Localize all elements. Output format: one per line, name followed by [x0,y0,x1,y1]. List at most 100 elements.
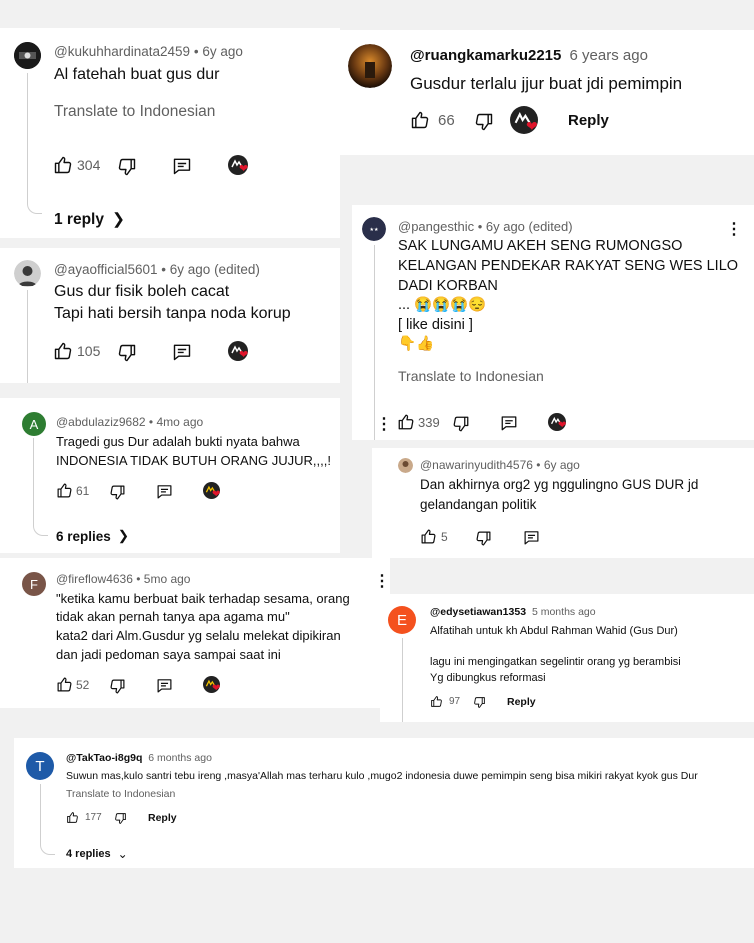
reply-button[interactable]: Reply [507,696,536,708]
comment-author[interactable]: @TakTao-i8g9q [66,752,142,764]
thumbs-down-icon[interactable] [475,530,492,547]
comment-author[interactable]: @ayaofficial5601 [54,262,158,277]
heart-icon: ❤ [239,349,249,361]
heart-icon: ❤ [212,683,221,694]
chevron-right-icon: ❯ [117,528,130,543]
thumbs-down-icon[interactable] [473,696,486,709]
creator-heart-avatar: ❤ [228,155,250,177]
comment-text-line: Alfatihah untuk kh Abdul Rahman Wahid (G… [430,625,678,637]
comment-time[interactable]: 6 years ago [570,47,648,64]
comment-meta: @ayaofficial5601 • 6y ago (edited) [54,262,260,277]
comment-author[interactable]: @kukuhhardinata2459 [54,44,190,59]
comment-time[interactable]: 6y ago (edited) [170,262,260,277]
thumbs-up-icon[interactable] [397,413,415,431]
thread-line [27,290,28,383]
translate-link[interactable]: Translate to Indonesian [398,368,544,384]
reply-button[interactable]: Reply [148,812,177,824]
comment-reply-icon[interactable] [172,156,192,176]
translate-link[interactable]: Translate to Indonesian [66,788,175,800]
comment-card: @ayaofficial5601 • 6y ago (edited) Gus d… [0,248,340,383]
avatar[interactable] [348,44,392,88]
thread-line [33,438,48,536]
comment-reply-icon[interactable] [156,677,173,694]
comment-text-line: SAK LUNGAMU AKEH SENG RUMONGSO [398,238,683,254]
translate-link[interactable]: Translate to Indonesian [54,103,215,121]
avatar[interactable] [14,260,41,287]
avatar[interactable]: F [22,572,46,596]
like-count: 52 [76,678,90,692]
comment-time[interactable]: 5mo ago [144,572,191,586]
avatar[interactable] [398,458,413,473]
comment-author[interactable]: @nawarinyudith4576 [420,458,533,472]
thumbs-down-icon[interactable] [114,812,127,825]
thumbs-up-icon[interactable] [66,811,79,824]
comment-author[interactable]: @pangesthic [398,219,474,234]
thumbs-up-icon[interactable] [53,341,73,361]
thumbs-down-icon[interactable] [109,678,126,695]
comment-card: E @edysetiawan1353 5 months ago Alfatiha… [380,594,754,722]
thumbs-up-icon[interactable] [420,528,437,545]
thumbs-up-icon[interactable] [430,695,443,708]
avatar[interactable]: E [388,606,416,634]
more-vert-icon[interactable]: ⋮ [726,222,742,238]
comment-text: Al fatehah buat gus dur [54,66,220,83]
comment-text-line: "ketika kamu berbuat baik terhadap sesam… [56,591,350,606]
svg-text:★★: ★★ [370,227,379,233]
comment-meta: @ruangkamarku2215 6 years ago [410,47,648,64]
chevron-right-icon: ❯ [111,211,125,228]
thumbs-down-icon[interactable] [117,157,137,177]
comment-reply-icon[interactable] [523,529,540,546]
thumbs-up-icon[interactable] [53,155,73,175]
thumbs-up-icon[interactable] [56,482,73,499]
comment-card: T @TakTao-i8g9q 6 months ago Suwun mas,k… [14,738,754,868]
heart-icon: ❤ [212,489,221,500]
heart-icon: ❤ [239,163,249,175]
thumbs-down-icon[interactable] [109,484,126,501]
comment-text-line: INDONESIA TIDAK BUTUH ORANG JUJUR,,,,! [56,453,331,468]
comment-time[interactable]: 5 months ago [532,606,596,618]
comment-time[interactable]: 6y ago (edited) [486,219,573,234]
more-vert-icon[interactable]: ⋮ [376,417,392,433]
comment-author[interactable]: @fireflow4636 [56,572,133,586]
comment-time[interactable]: 4mo ago [156,415,203,429]
comment-meta: @abdulaziz9682 • 4mo ago [56,415,204,429]
comment-time[interactable]: 6y ago [544,458,580,472]
comment-reply-icon[interactable] [500,414,518,432]
comment-text: Gusdur terlalu jjur buat jdi pemimpin [410,74,683,93]
view-replies-button[interactable]: 4 replies ⌄ [66,847,128,861]
comment-text-line: kata2 dari Alm.Gusdur yg selalu melekat … [56,628,341,643]
thumbs-up-icon[interactable] [410,110,430,130]
comment-author[interactable]: @edysetiawan1353 [430,606,526,618]
thumbs-down-icon[interactable] [474,112,494,132]
thumbs-up-icon[interactable] [56,676,73,693]
chevron-down-icon: ⌄ [117,847,128,861]
comment-text-line: Tapi hati bersih tanpa noda korup [54,305,291,322]
comment-card: A @abdulaziz9682 • 4mo ago Tragedi gus D… [0,398,340,553]
thread-line [40,784,55,855]
thread-line [402,638,403,722]
avatar[interactable]: A [22,412,46,436]
avatar[interactable]: T [26,752,54,780]
heart-icon: ❤ [558,420,567,431]
reply-button[interactable]: Reply [568,112,609,129]
more-vert-icon[interactable]: ⋮ [374,574,390,590]
avatar[interactable]: ★★ [362,217,386,241]
comment-time[interactable]: 6 months ago [148,752,212,764]
like-count: 304 [77,157,101,173]
comment-reply-icon[interactable] [172,342,192,362]
comment-text-line: lagu ini mengingatkan segelintir orang y… [430,656,681,668]
like-count: 177 [85,812,102,823]
thumbs-down-icon[interactable] [452,415,470,433]
comment-time[interactable]: 6y ago [202,44,243,59]
comment-author[interactable]: @ruangkamarku2215 [410,47,561,64]
view-replies-button[interactable]: 6 replies ❯ [56,528,129,544]
view-replies-button[interactable]: 1 reply ❯ [54,210,125,229]
comment-author[interactable]: @abdulaziz9682 [56,415,146,429]
comment-reply-icon[interactable] [156,483,173,500]
avatar[interactable] [14,42,41,69]
creator-heart-avatar: ❤ [548,413,570,435]
like-count: 97 [449,696,461,707]
thumbs-down-icon[interactable] [117,343,137,363]
creator-heart-avatar: ❤ [510,106,540,136]
like-count: 66 [438,112,455,129]
